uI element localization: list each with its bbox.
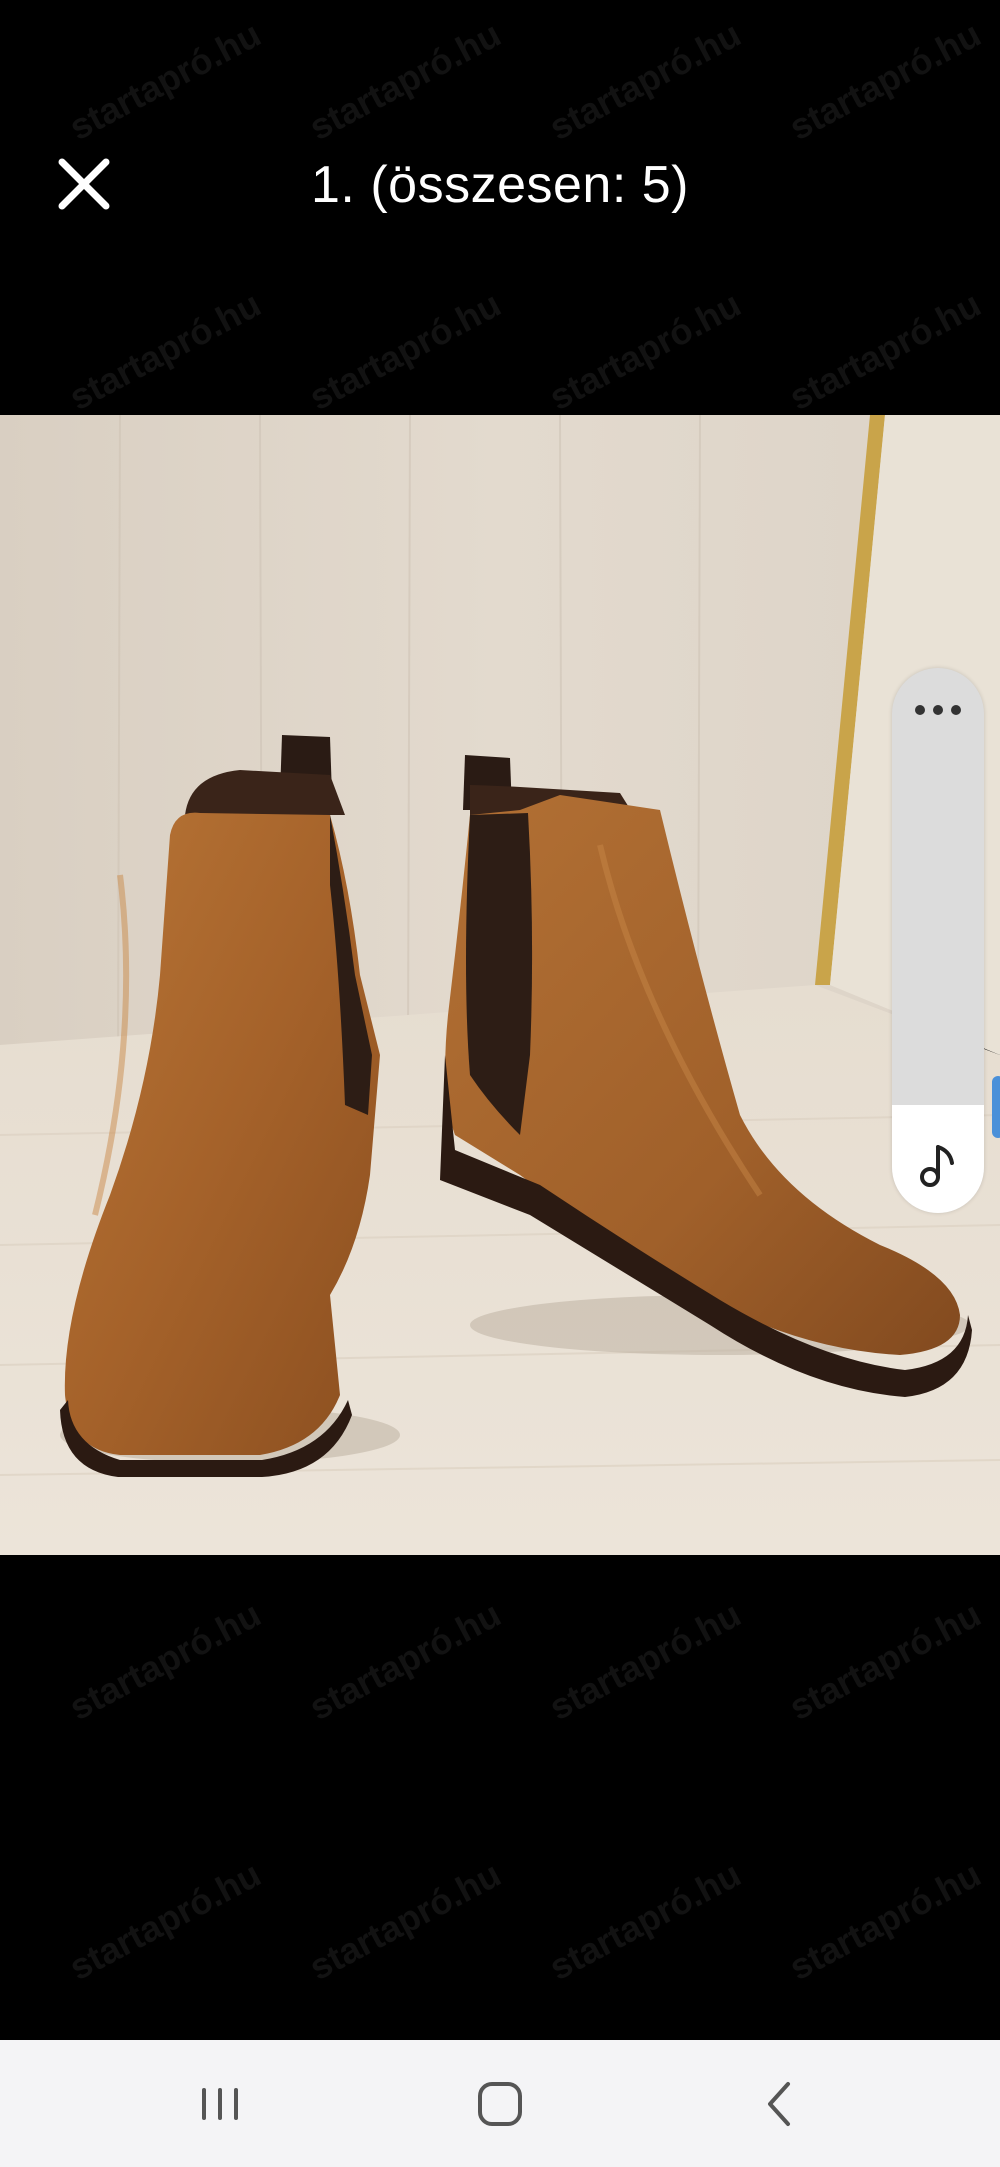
watermark-text: startapró.hu [62,1853,268,1988]
home-icon [478,2082,522,2126]
boots-image [0,415,1000,1555]
watermark-text: startapró.hu [782,1853,988,1988]
watermark-text: startapró.hu [782,1593,988,1728]
more-options-button[interactable] [912,698,964,722]
recents-icon [202,2088,238,2120]
watermark-text: startapró.hu [542,1853,748,1988]
back-icon [768,2082,790,2126]
watermark-text: startapró.hu [302,1853,508,1988]
more-horizontal-icon [915,705,961,715]
watermark-text: startapró.hu [62,1593,268,1728]
edge-panel-handle[interactable] [992,1076,1000,1138]
music-note-icon [920,1145,954,1187]
panel-lower-section [892,1105,984,1213]
recents-button[interactable] [180,2068,260,2140]
viewer-header: 1. (összesen: 5) [0,0,1000,415]
back-button[interactable] [740,2068,820,2140]
floating-side-panel [892,668,984,1213]
product-photo[interactable] [0,415,1000,1555]
watermark-text: startapró.hu [542,1593,748,1728]
image-counter-title: 1. (összesen: 5) [311,156,689,214]
home-button[interactable] [460,2068,540,2140]
music-button[interactable] [916,1139,962,1191]
system-navigation-bar [0,2040,1000,2167]
watermark-text: startapró.hu [302,1593,508,1728]
